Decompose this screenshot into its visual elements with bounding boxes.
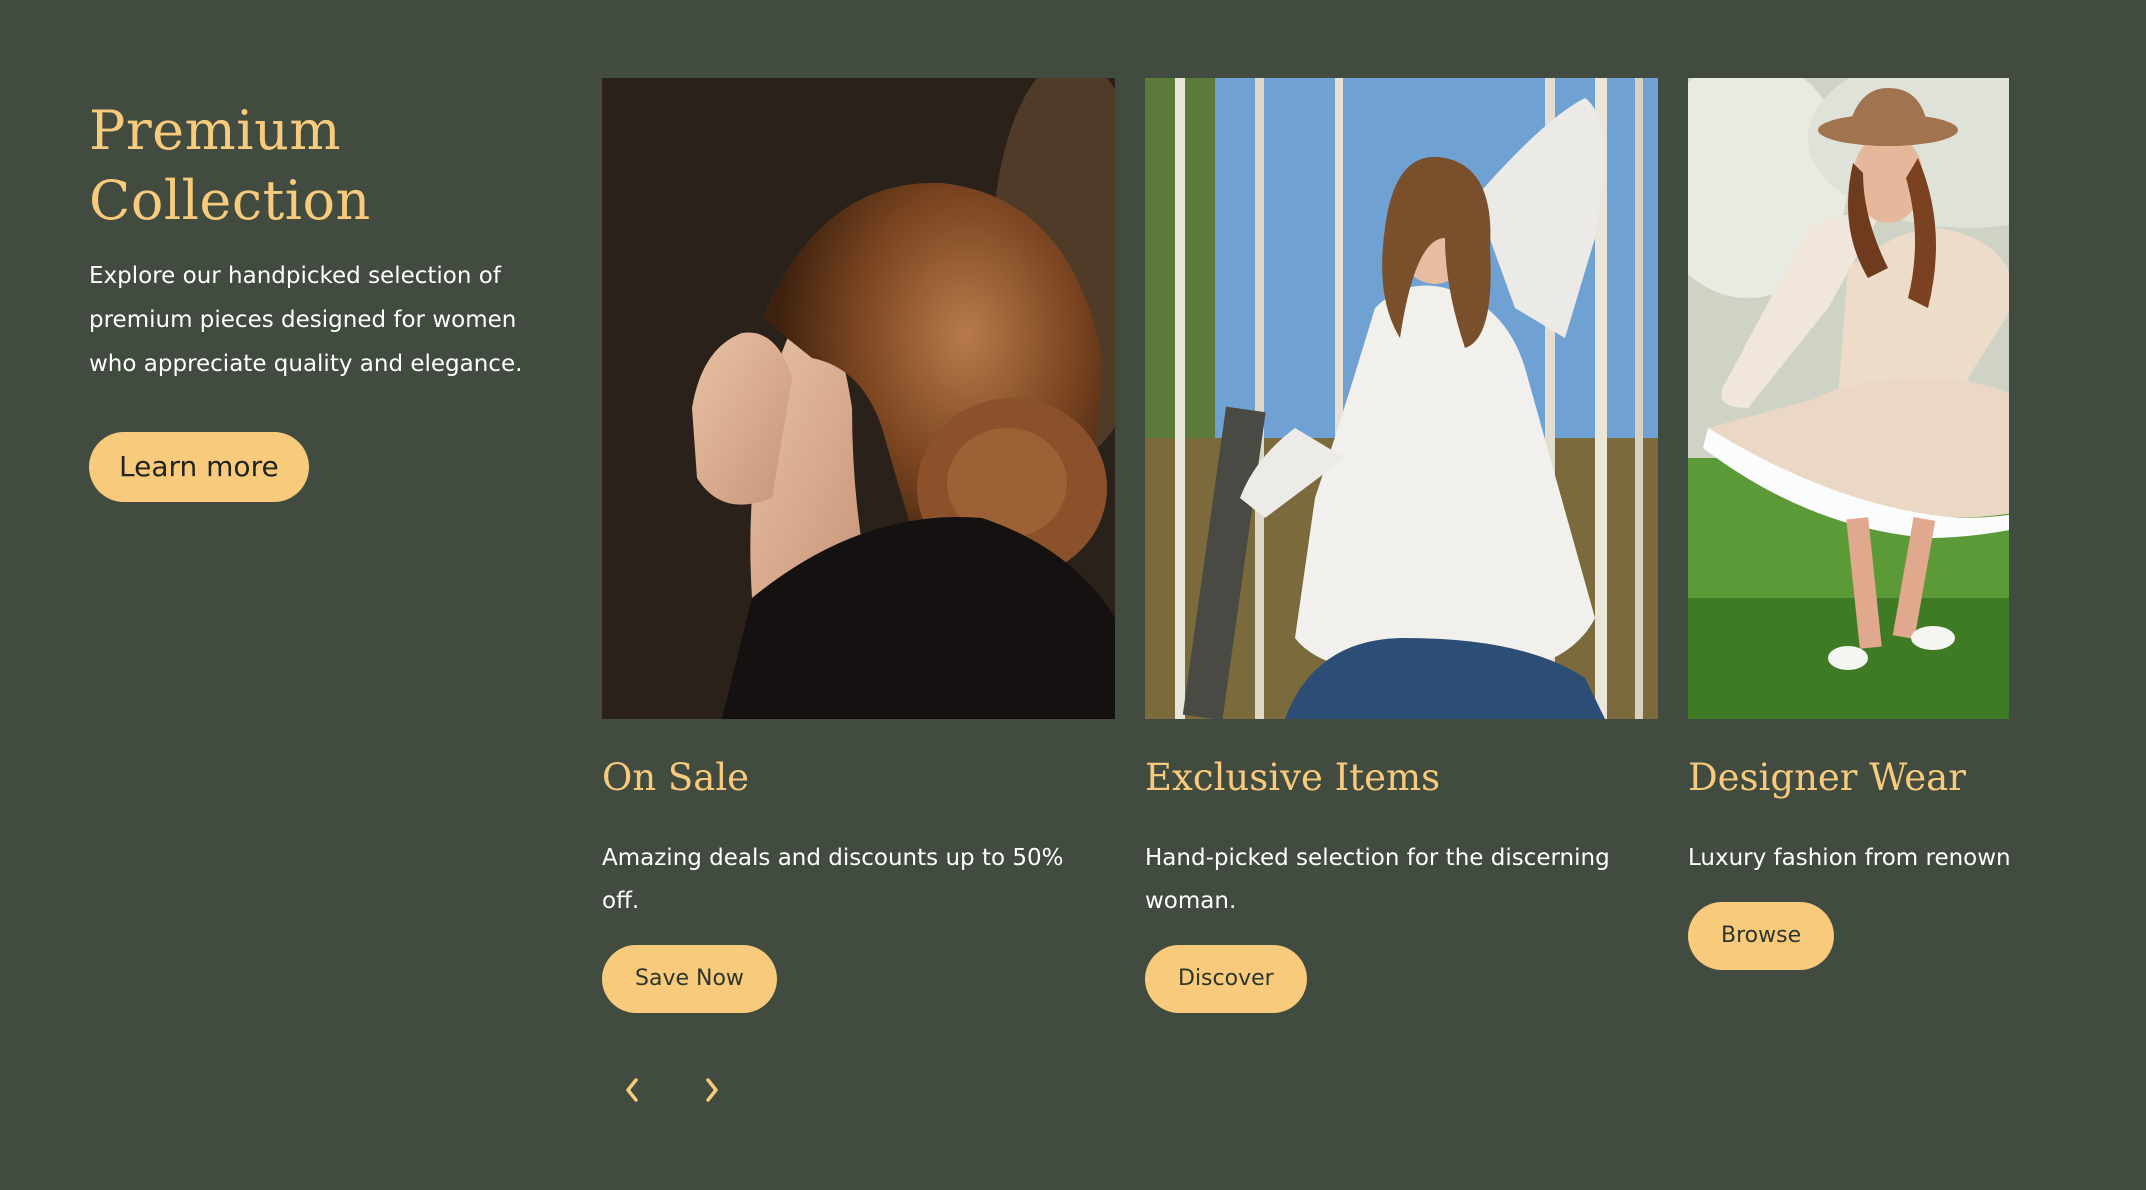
title-line-1: Premium <box>89 99 342 162</box>
save-now-button[interactable]: Save Now <box>602 945 777 1013</box>
chevron-left-icon <box>626 1078 638 1102</box>
card-photo-on-sale <box>602 78 1115 719</box>
card-exclusive-items: Exclusive Items Hand-picked selection fo… <box>1145 78 1658 1013</box>
card-title: Designer Wear <box>1688 756 1966 799</box>
woman-white-sweater-birch-trees-photo <box>1145 78 1658 719</box>
title-line-2: Collection <box>89 169 371 232</box>
card-designer-wear: Designer Wear Luxury fashion from renown… <box>1688 78 2009 1013</box>
card-title: Exclusive Items <box>1145 756 1441 799</box>
card-photo-designer-wear <box>1688 78 2009 719</box>
chevron-right-icon <box>706 1078 718 1102</box>
carousel-next-button[interactable] <box>692 1070 732 1110</box>
card-description: Amazing deals and discounts up to 50% of… <box>602 845 1064 914</box>
carousel-nav <box>612 1070 732 1110</box>
carousel-prev-button[interactable] <box>612 1070 652 1110</box>
card-description: Hand-picked selection for the discerning… <box>1145 845 1610 914</box>
carousel-viewport: On Sale Amazing deals and discounts up t… <box>602 78 2009 1038</box>
intro-description: Explore our handpicked selection of prem… <box>89 263 523 377</box>
card-on-sale: On Sale Amazing deals and discounts up t… <box>602 78 1115 1013</box>
intro-section: Premium Collection Explore our handpicke… <box>89 96 559 502</box>
woman-hair-bun-profile-photo <box>602 78 1115 719</box>
learn-more-button[interactable]: Learn more <box>89 432 309 502</box>
card-photo-exclusive-items <box>1145 78 1658 719</box>
browse-button[interactable]: Browse <box>1688 902 1835 970</box>
page-title: Premium Collection <box>89 96 559 236</box>
woman-dress-hat-garden-photo <box>1688 78 2009 719</box>
carousel-track: On Sale Amazing deals and discounts up t… <box>602 78 2009 1013</box>
card-description: Luxury fashion from renowned designers. <box>1688 845 2009 871</box>
card-title: On Sale <box>602 756 750 799</box>
discover-button[interactable]: Discover <box>1145 945 1307 1013</box>
